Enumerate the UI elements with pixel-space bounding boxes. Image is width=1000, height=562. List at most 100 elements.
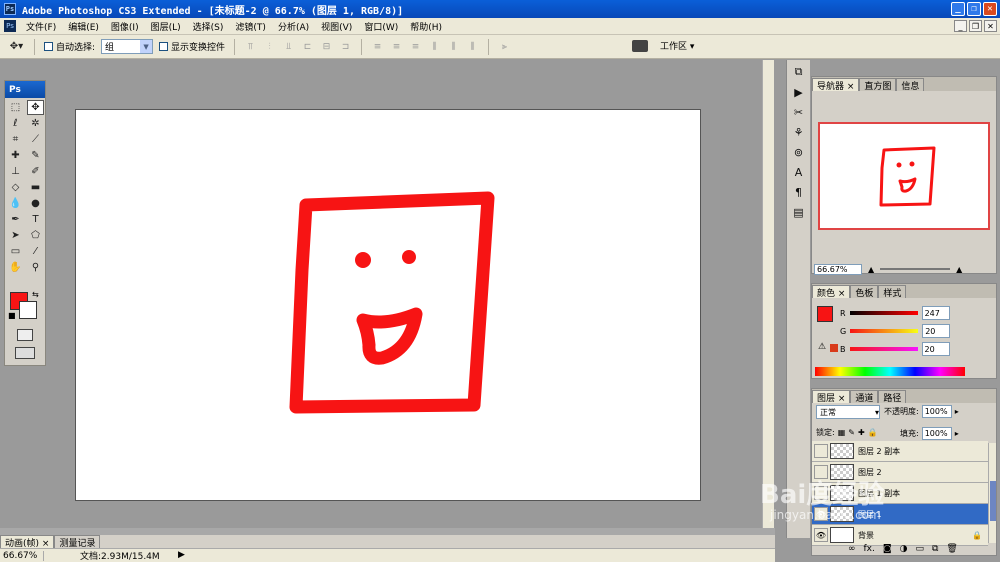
- magic-wand-tool-icon[interactable]: ✲: [27, 116, 44, 131]
- menu-edit[interactable]: 编辑(E): [62, 20, 105, 33]
- align-left-icon[interactable]: ⊏: [301, 41, 314, 53]
- opacity-field[interactable]: 100%: [921, 405, 952, 418]
- distribute-right-icon[interactable]: ⫼: [466, 41, 479, 53]
- eraser-tool-icon[interactable]: ◇: [7, 180, 24, 195]
- show-transform-checkbox[interactable]: [159, 42, 169, 51]
- auto-select-option[interactable]: 自动选择:: [44, 40, 95, 53]
- doc-restore-icon[interactable]: ❐: [969, 20, 982, 32]
- tab-animation[interactable]: 动画(帧) ×: [0, 535, 55, 549]
- navigator-preview[interactable]: [818, 122, 990, 230]
- background-color-swatch[interactable]: [19, 301, 37, 319]
- opacity-arrow-icon[interactable]: ▸: [955, 407, 959, 416]
- zoom-in-icon[interactable]: ▲: [956, 265, 962, 274]
- clone-stamp-tool-icon[interactable]: ⊥: [7, 164, 24, 179]
- distribute-bottom-icon[interactable]: ≡: [409, 41, 422, 53]
- layers-scroll-thumb[interactable]: [990, 481, 996, 521]
- green-slider[interactable]: [850, 329, 919, 333]
- history-brush-tool-icon[interactable]: ✐: [27, 164, 44, 179]
- restore-icon[interactable]: ❐: [967, 2, 981, 16]
- layer-mask-icon[interactable]: ◙: [883, 544, 892, 554]
- menu-view[interactable]: 视图(V): [315, 20, 358, 33]
- camera-icon[interactable]: [632, 40, 648, 52]
- distribute-vcenter-icon[interactable]: ≡: [390, 41, 403, 53]
- character-icon[interactable]: A: [791, 164, 807, 180]
- default-colors-icon[interactable]: ■: [8, 311, 16, 320]
- history-icon[interactable]: ⧉: [791, 64, 807, 80]
- tab-measurement-log[interactable]: 测量记录: [54, 535, 101, 549]
- menu-file[interactable]: 文件(F): [20, 20, 62, 33]
- menu-help[interactable]: 帮助(H): [404, 20, 448, 33]
- red-value[interactable]: 247: [921, 306, 950, 320]
- tab-info[interactable]: 信息: [896, 78, 925, 92]
- menu-select[interactable]: 选择(S): [187, 20, 230, 33]
- status-zoom[interactable]: 66.67%: [0, 550, 44, 561]
- menu-filter[interactable]: 滤镜(T): [229, 20, 272, 33]
- marquee-tool-icon[interactable]: ⬚: [7, 100, 24, 115]
- type-tool-icon[interactable]: T: [27, 212, 44, 227]
- gradient-tool-icon[interactable]: ▬: [27, 180, 44, 195]
- clone-source-icon[interactable]: ⊚: [791, 144, 807, 160]
- menu-image[interactable]: 图像(I): [105, 20, 145, 33]
- zoom-out-icon[interactable]: ▲: [868, 265, 874, 274]
- slice-tool-icon[interactable]: ⟋: [27, 132, 44, 147]
- status-menu-arrow-icon[interactable]: ▶: [178, 550, 185, 560]
- adjustment-layer-icon[interactable]: ◑: [900, 544, 908, 554]
- brush-tool-icon[interactable]: ✎: [27, 148, 44, 163]
- gamut-color-swatch[interactable]: [830, 344, 838, 352]
- tab-paths[interactable]: 路径: [878, 390, 907, 404]
- eye-icon[interactable]: 👁: [814, 528, 828, 542]
- pen-tool-icon[interactable]: ✒: [7, 212, 24, 227]
- color-spectrum-bar[interactable]: [815, 367, 965, 376]
- auto-select-checkbox[interactable]: [44, 42, 53, 51]
- dodge-tool-icon[interactable]: ●: [27, 196, 44, 211]
- new-group-icon[interactable]: ▭: [915, 544, 924, 554]
- lock-position-icon[interactable]: ✚: [858, 428, 865, 437]
- menu-window[interactable]: 窗口(W): [358, 20, 404, 33]
- red-slider[interactable]: [849, 311, 918, 315]
- path-selection-tool-icon[interactable]: ➤: [7, 228, 24, 243]
- quick-mask-icon[interactable]: [17, 329, 33, 341]
- tab-layers[interactable]: 图层 ×: [812, 390, 851, 404]
- healing-brush-tool-icon[interactable]: ✚: [7, 148, 24, 163]
- swap-colors-icon[interactable]: ⇆: [32, 290, 39, 299]
- brushes-icon[interactable]: ⚘: [791, 124, 807, 140]
- align-top-icon[interactable]: ⫪: [244, 41, 257, 53]
- layer-style-icon[interactable]: fx.: [864, 544, 875, 554]
- distribute-hcenter-icon[interactable]: ⫼: [447, 41, 460, 53]
- notes-tool-icon[interactable]: ▭: [7, 244, 24, 259]
- hand-tool-icon[interactable]: ✋: [7, 260, 24, 275]
- distribute-left-icon[interactable]: ⫼: [428, 41, 441, 53]
- lock-transparent-icon[interactable]: ▦: [838, 428, 846, 437]
- toolbox-header[interactable]: Ps: [5, 81, 45, 98]
- tab-styles[interactable]: 样式: [878, 285, 907, 299]
- zoom-slider[interactable]: [880, 268, 951, 270]
- delete-layer-icon[interactable]: 🗑: [946, 544, 957, 554]
- crop-tool-icon[interactable]: ⌗: [7, 132, 24, 147]
- app-menu-icon[interactable]: Ps: [4, 20, 16, 32]
- fill-arrow-icon[interactable]: ▸: [955, 429, 959, 438]
- tab-swatches[interactable]: 色板: [850, 285, 879, 299]
- blur-tool-icon[interactable]: 💧: [7, 196, 24, 211]
- new-layer-icon[interactable]: ⧉: [932, 544, 938, 554]
- doc-close-icon[interactable]: ✕: [984, 20, 997, 32]
- tab-channels[interactable]: 通道: [850, 390, 879, 404]
- workspace-button[interactable]: 工作区 ▾: [660, 39, 694, 52]
- fill-field[interactable]: 100%: [921, 427, 952, 440]
- auto-align-icon[interactable]: ⫸: [498, 41, 511, 53]
- paragraph-icon[interactable]: ¶: [791, 184, 807, 200]
- tab-color[interactable]: 颜色 ×: [812, 285, 851, 299]
- align-hcenter-icon[interactable]: ⊟: [320, 41, 333, 53]
- layer-row[interactable]: 👁 背景 🔒: [812, 525, 988, 546]
- screen-mode-icon[interactable]: [15, 347, 35, 359]
- lock-all-icon[interactable]: 🔒: [868, 428, 878, 437]
- align-right-icon[interactable]: ⊐: [339, 41, 352, 53]
- tab-histogram[interactable]: 直方图: [859, 78, 897, 92]
- menu-analysis[interactable]: 分析(A): [272, 20, 315, 33]
- tab-navigator[interactable]: 导航器 ×: [812, 78, 860, 92]
- align-vcenter-icon[interactable]: ⫶: [263, 41, 276, 53]
- document-canvas[interactable]: [75, 109, 701, 501]
- menu-layer[interactable]: 图层(L): [145, 20, 187, 33]
- tool-presets-icon[interactable]: ✂: [791, 104, 807, 120]
- color-fg-swatch[interactable]: [817, 306, 833, 322]
- navigator-zoom-field[interactable]: 66.67%: [814, 263, 862, 275]
